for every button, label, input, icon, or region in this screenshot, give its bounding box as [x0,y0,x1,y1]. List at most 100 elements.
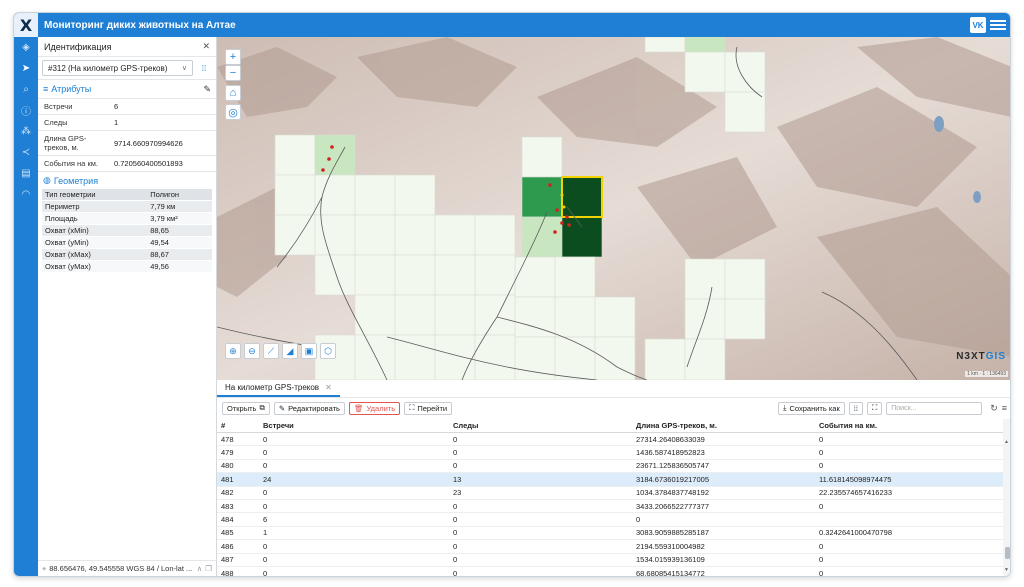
zoom-in-rect-icon[interactable]: ⊕ [225,343,241,359]
fullscreen-icon[interactable]: ⛶ [866,401,883,415]
identify-area-icon[interactable]: ▣ [301,343,317,359]
table-row[interactable]: 479 0 0 1436.587418952823 0 [217,445,1003,460]
geometry-value: Полигон [147,189,212,201]
table-cell: 22.235574657416233 [815,486,1003,500]
geometry-key: Охват (yMax) [42,260,148,273]
polygon-select-icon[interactable]: ⬡ [320,343,336,359]
attribute-row: Длина GPS-треков, м. 9714.660970994626 [38,130,216,156]
measure-line-icon[interactable]: ⟋ [263,343,279,359]
table-cell: 485 [217,526,259,541]
geometry-value: 49,54 [147,236,212,249]
identify-cursor-icon[interactable]: ➤ [14,58,38,79]
list-icon: ≡ [43,84,49,94]
column-header[interactable]: Следы [449,419,632,433]
copy-icon[interactable]: ❐ [205,564,212,573]
table-cell: 11.618145098974475 [815,472,1003,487]
nextgis-logo-icon[interactable]: X [14,13,38,37]
brand-mid: 3XT [964,351,986,362]
table-row[interactable]: 483 0 0 3433.2066522777377 0 [217,499,1003,514]
table-cell [815,512,1003,527]
share-icon[interactable]: ≺ [14,142,38,163]
print-icon[interactable]: ▤ [14,163,38,184]
zoom-out-rect-icon[interactable]: ⊖ [244,343,260,359]
table-cell: 0 [259,566,449,576]
table-cell: 0 [815,566,1003,576]
table-cell: 1436.587418952823 [632,445,815,460]
scroll-down-icon[interactable]: ▼ [1004,567,1009,573]
edit-button[interactable]: ✎ Редактировать [273,401,345,415]
attribute-row: Встречи 6 [38,98,216,115]
table-cell: 2194.559310004982 [632,539,815,554]
save-as-button[interactable]: ⤓ Сохранить как [778,401,845,415]
table-scrollbar[interactable]: ▲ ▼ [1003,419,1010,576]
column-header[interactable]: # [217,419,259,433]
routes-icon[interactable]: ⁂ [14,121,38,142]
attribute-value: 1 [108,114,216,131]
table-cell: 478 [217,432,259,447]
table-row[interactable]: 481 24 13 3184.6736019217005 11.618145098974… [217,472,1003,487]
table-cell: 1534.015939136109 [632,553,815,567]
home-icon[interactable]: ⌂ [225,85,241,101]
feature-select[interactable]: #312 (На километр GPS-треков) ∨ [42,60,193,76]
geometry-section-header[interactable]: ◍ Геометрия [38,171,216,189]
close-tab-icon[interactable]: ✕ [325,383,332,392]
table-cell: 24 [259,472,449,487]
zoom-out-button[interactable]: − [225,65,241,81]
tab-gps-per-km[interactable]: На километр GPS-треков ✕ [217,380,340,397]
table-row[interactable]: 487 0 0 1534.015939136109 0 [217,553,1003,567]
external-link-icon: ⧉ [259,403,265,412]
scroll-up-icon[interactable]: ▲ [1004,439,1009,445]
close-icon[interactable]: ✕ [202,41,210,52]
layers-icon[interactable]: ◈ [14,37,38,58]
grid-icon[interactable]: ⁞⁞ [196,60,212,76]
table-row[interactable]: 485 1 0 3083.9059885285187 0.324264100047079… [217,526,1003,541]
table-cell: 0 [449,553,632,567]
table-row[interactable]: 480 0 0 23671.125836505747 0 [217,459,1003,474]
table-cell: 23 [449,486,632,500]
attribute-row: События на км. 0.720560400501893 [38,155,216,171]
search-icon[interactable]: ⌕ [14,79,38,100]
go-label: Перейти [417,403,448,413]
table-row[interactable]: 482 0 23 1034.3784837748192 22.2355746574162… [217,486,1003,500]
open-button[interactable]: Открыть ⧉ [222,401,270,415]
geometry-value: 88,67 [147,248,212,261]
coordinates-bar: ⌖ 88.656476, 49.545558 WGS 84 / Lon-lat … [38,560,216,576]
hamburger-menu-icon[interactable] [990,17,1006,33]
zoom-in-button[interactable]: + [225,49,241,65]
map-view[interactable]: + − ⌂ ◎ ⊕ ⊖ ⟋ ◢ ▣ ⬡ N3XTGIS 1 km · 1 : 1… [217,37,1011,380]
map-canvas[interactable] [217,37,1011,380]
table-row[interactable]: 488 0 0 68.68085415134772 0 [217,566,1003,576]
locate-icon[interactable]: ◎ [225,104,241,120]
table-cell: 0 [632,512,815,527]
table-row[interactable]: 484 6 0 0 [217,512,1003,527]
table-cell: 0 [815,499,1003,514]
table-row[interactable]: 478 0 0 27314.26408633039 0 [217,432,1003,447]
wifi-icon[interactable]: ◠ [14,184,38,205]
go-to-button[interactable]: ⛶ Перейти [404,401,453,415]
pencil-icon[interactable]: ✎ [203,84,211,95]
measure-area-icon[interactable]: ◢ [282,343,298,359]
menu-lines-icon[interactable]: ≡ [1002,403,1007,413]
column-header[interactable]: Длина GPS-треков, м. [632,419,815,433]
crosshair-icon: ⌖ [42,563,47,573]
column-header[interactable]: События на км. [815,419,1003,433]
table-cell: 0 [449,539,632,554]
vk-button[interactable]: VK [970,17,986,33]
chevron-up-icon[interactable]: ∧ [197,564,203,573]
attributes-section-header[interactable]: ≡ Атрибуты ✎ [38,80,216,98]
column-header[interactable]: Встречи [259,419,449,433]
geometry-row: Охват (xMax) 88,67 [42,248,212,261]
feature-select-value: #312 (На километр GPS-треков) [48,63,168,73]
refresh-icon[interactable]: ↻ [990,403,998,414]
geometry-value: 88,65 [147,224,212,237]
table-row[interactable]: 486 0 0 2194.559310004982 0 [217,539,1003,554]
info-icon[interactable]: ⓘ [14,100,38,121]
delete-button[interactable]: 🗑 Удалить [348,401,401,415]
scrollbar-thumb[interactable] [1005,547,1010,559]
geometry-key: Периметр [42,200,148,213]
table-cell: 0 [449,499,632,514]
table-cell: 0 [815,459,1003,474]
search-input[interactable]: Поиск... [886,401,983,415]
table-cell: 484 [217,512,259,527]
columns-icon[interactable]: ⁞⁞ [848,401,863,415]
